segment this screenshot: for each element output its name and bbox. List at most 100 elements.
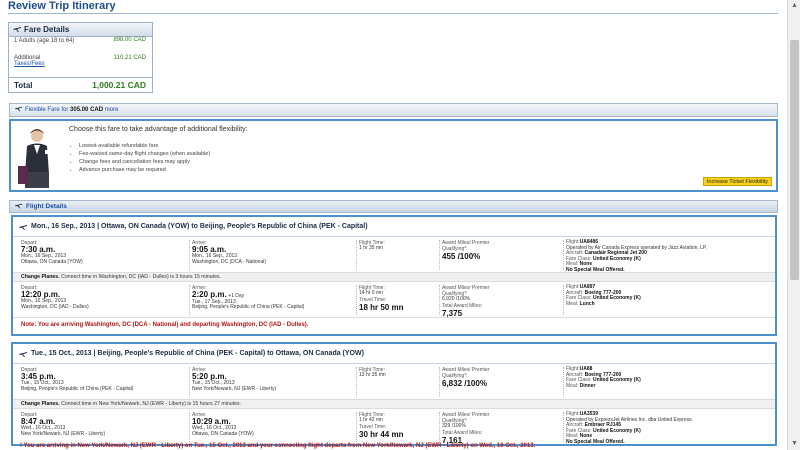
special-meal: No Special Meal Offered. — [566, 438, 625, 445]
flexible-fare-bar[interactable]: Flexible Fare for 305.00 CAD more — [9, 103, 778, 117]
fare-total-label: Total — [14, 81, 33, 90]
award-miles: 455 /100% — [442, 252, 481, 261]
fare-row-taxes: Additional Taxes/Fees 110.21 CAD — [9, 55, 152, 73]
change-planes-label: Change Planes. — [21, 401, 60, 407]
increase-flexibility-button[interactable]: Increase Ticket Flexibility — [702, 177, 772, 186]
flight-segment: Depart: 3:45 p.m. Tue., 15 Oct., 2013 Be… — [13, 364, 775, 400]
special-meal: No Special Meal Offered. — [566, 266, 625, 273]
flight-segment: Depart: 7:30 a.m. Mon., 16 Sep., 2013 Ot… — [13, 237, 775, 273]
list-item: Fee-waived same-day flight changes (when… — [79, 150, 210, 158]
depart-city: Beijing, People's Republic of China (PEK… — [21, 385, 134, 392]
depart-city: Washington, DC (IAD - Dulles) — [21, 303, 89, 310]
depart-city: Ottawa, ON Canada (YOW) — [21, 258, 83, 265]
fare-taxes-amount: 110.21 CAD — [113, 55, 146, 61]
list-item: Lowest-available refundable fare — [79, 142, 210, 150]
title-divider — [8, 13, 778, 14]
trip-heading-text: Tue., 15 Oct., 2013 | Beijing, People's … — [31, 350, 364, 357]
fare-details-title: Fare Details — [24, 25, 70, 34]
flight-info: Flight:UA88 Aircraft: Boeing 777-200 Far… — [563, 366, 773, 397]
fare-row-adults: 1 Adults (age 18 to 64) 898.00 CAD — [9, 37, 152, 55]
meal: Dinner — [579, 382, 596, 389]
depart-info: Depart: 7:30 a.m. Mon., 16 Sep., 2013 Ot… — [21, 240, 189, 265]
award-miles-label: Award Miles/ Premier Qualifying*: — [442, 240, 490, 252]
scrollbar-thumb[interactable] — [790, 40, 799, 280]
fare-class: United Economy (K) — [592, 427, 641, 434]
airport-change-note: Note: You are arriving Washington, DC (D… — [21, 322, 309, 328]
overnight-connection-note: ! You are arriving in New York/Newark, N… — [20, 443, 536, 449]
scroll-up-icon[interactable]: ▲ — [788, 0, 800, 12]
flight-time-info: Flight Time: 14 hr 0 mn Travel Time: 18 … — [356, 285, 440, 315]
total-award-miles: 7,375 — [442, 308, 463, 318]
award-miles-info: Award Miles/ Premier Qualifying*: 6,920 … — [439, 285, 563, 318]
flexible-fare-benefits: Lowest-available refundable fare Fee-wai… — [69, 142, 210, 174]
depart-city: New York/Newark, NJ (EWR - Liberty) — [21, 430, 106, 437]
fare-class: United Economy (K) — [592, 255, 641, 262]
page-title: Review Trip Itinerary — [8, 0, 116, 12]
arrive-city: New York/Newark, NJ (EWR - Liberty) — [192, 385, 277, 392]
trip-heading-text: Mon., 16 Sep., 2013 | Ottawa, ON Canada … — [31, 223, 368, 230]
arrive-info: Arrive: 10:29 a.m. Wed., 16 Oct., 2013 O… — [189, 412, 355, 442]
meal: Lunch — [579, 300, 595, 307]
flight-info: Flight:UA3539 Operated by ExpressJet Air… — [563, 411, 773, 444]
depart-info: Depart: 3:45 p.m. Tue., 15 Oct., 2013 Be… — [21, 367, 189, 392]
arrive-time: 2:20 p.m. — [192, 290, 227, 299]
award-miles-info: Award Miles/ Premier Qualifying*: 329 /1… — [439, 412, 563, 445]
airplane-icon — [14, 106, 23, 112]
meal-label: Meal: — [566, 300, 579, 307]
airplane-icon — [14, 203, 23, 209]
flexible-fare-intro: Choose this fare to take advantage of ad… — [69, 126, 248, 133]
flight-time-info: Flight Time: 1 hr 35 mn — [356, 240, 440, 270]
change-planes-bar: Change Planes. Connect time in Washingto… — [13, 273, 775, 282]
flight-details-title: Flight Details — [26, 203, 67, 210]
list-item: Change fees and cancellation fees may ap… — [79, 158, 210, 166]
flight-details-header: Flight Details — [9, 200, 778, 213]
trip-heading: Tue., 15 Oct., 2013 | Beijing, People's … — [13, 344, 775, 364]
flight-info: Flight:UA897 Aircraft: Boeing 777-200 Fa… — [563, 284, 773, 315]
flexible-fare-more: more — [104, 107, 119, 113]
businesswoman-image — [15, 124, 63, 190]
travel-time: 18 hr 50 mn — [359, 302, 404, 312]
fare-total-amount: 1,000.21 CAD — [92, 80, 146, 90]
arrive-city: Washington, DC (DCA - National) — [192, 258, 267, 265]
airplane-icon — [19, 352, 27, 357]
scroll-down-icon[interactable]: ▼ — [788, 438, 800, 450]
connect-time: Connect time in New York/Newark, NJ (EWR… — [61, 401, 241, 407]
depart-info: Depart: 12:20 p.m. Mon., 16 Sep., 2013 W… — [21, 285, 189, 310]
flexible-fare-panel: Choose this fare to take advantage of ad… — [9, 119, 778, 192]
flight-time: 1 hr 35 mn — [359, 245, 383, 251]
flight-segment: Depart: 12:20 p.m. Mon., 16 Sep., 2013 W… — [13, 282, 775, 318]
fare-details-header: Fare Details — [9, 23, 152, 37]
fare-class: United Economy (K) — [592, 295, 641, 301]
list-item: Advance purchase may be required — [79, 166, 210, 174]
arrive-info: Arrive: 2:20 p.m. +1 Day Tue., 17 Sep., … — [189, 285, 355, 315]
change-planes-label: Change Planes. — [21, 274, 60, 280]
arrive-info: Arrive: 9:05 a.m. Mon., 16 Sep., 2013 Wa… — [189, 240, 355, 270]
award-miles-info: Award Miles/ Premier Qualifying*: 6,832 … — [439, 367, 563, 397]
fare-adults-amount: 898.00 CAD — [113, 37, 146, 43]
award-miles-label: Award Miles/ Premier Qualifying*: — [442, 367, 490, 379]
flexible-fare-label: Flexible Fare — [25, 107, 60, 113]
vertical-scrollbar[interactable]: ▲ ▼ — [787, 0, 800, 450]
fare-total-row: Total 1,000.21 CAD — [9, 77, 152, 92]
trip-return: Tue., 15 Oct., 2013 | Beijing, People's … — [11, 342, 777, 446]
trip-outbound: Mon., 16 Sep., 2013 | Ottawa, ON Canada … — [11, 215, 777, 336]
flight-time: 13 hr 35 mn — [359, 372, 386, 378]
meal-label: Meal: — [566, 382, 579, 389]
arrive-city: Beijing, People's Republic of China (PEK… — [192, 304, 305, 310]
taxes-fees-link[interactable]: Taxes/Fees — [14, 61, 45, 67]
airplane-icon — [13, 27, 21, 32]
airplane-icon — [19, 225, 27, 230]
travel-time: 30 hr 44 mn — [359, 429, 404, 439]
fare-details-box: Fare Details 1 Adults (age 18 to 64) 898… — [8, 22, 153, 93]
connect-time: Connect time in Washington, DC (IAD - Du… — [61, 274, 221, 280]
page: Review Trip Itinerary Fare Details 1 Adu… — [0, 0, 787, 450]
arrive-city: Ottawa, ON Canada (YOW) — [192, 430, 254, 437]
change-planes-bar: Change Planes. Connect time in New York/… — [13, 400, 775, 409]
arrive-info: Arrive: 5:20 p.m. Tue., 15 Oct., 2013 Ne… — [189, 367, 355, 397]
fare-adults-label: 1 Adults (age 18 to 64) — [14, 38, 75, 44]
award-miles-info: Award Miles/ Premier Qualifying*: 455 /1… — [439, 240, 563, 270]
flight-info: Flight:UA8486 Operated by Air Canada Exp… — [563, 239, 773, 272]
flight-time-info: Flight Time: 13 hr 35 mn — [356, 367, 440, 397]
fare-class: United Economy (K) — [592, 377, 641, 383]
flight-segment: Depart: 8:47 a.m. Wed., 16 Oct., 2013 Ne… — [13, 409, 775, 445]
